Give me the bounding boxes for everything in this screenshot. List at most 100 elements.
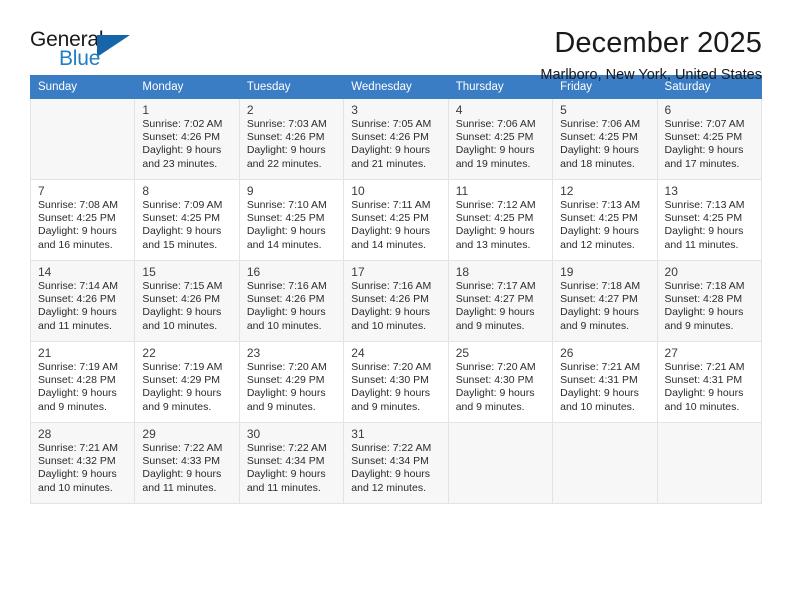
calendar-day-cell[interactable]: 26 Sunrise: 7:21 AM Sunset: 4:31 PM Dayligh… [552, 341, 658, 423]
day-sun-info: Sunrise: 7:05 AM Sunset: 4:26 PM Daylight:… [344, 118, 447, 171]
day-daylight-line2-text: and 9 minutes. [142, 400, 212, 413]
calendar-day-cell[interactable]: 8 Sunrise: 7:09 AM Sunset: 4:25 PM Daylight… [134, 179, 240, 261]
day-sunrise-text: Sunrise: 7:05 AM [351, 118, 432, 130]
day-sun-info: Sunrise: 7:12 AM Sunset: 4:25 PM Daylight:… [449, 199, 552, 252]
title-block: December 2025 Marlboro, New York, United… [540, 26, 762, 85]
day-sunset-text: Sunset: 4:27 PM [560, 293, 638, 306]
calendar-day-cell[interactable]: 6 Sunrise: 7:07 AM Sunset: 4:25 PM Daylight… [656, 98, 763, 180]
day-daylight-line1-text: Daylight: 9 hours [351, 306, 431, 319]
day-daylight-line1-text: Daylight: 9 hours [246, 387, 326, 400]
day-sunrise-text: Sunrise: 7:22 AM [246, 442, 327, 454]
calendar-day-cell[interactable]: 30 Sunrise: 7:22 AM Sunset: 4:34 PM Dayligh… [238, 422, 345, 504]
calendar-day-cell[interactable]: 12 Sunrise: 7:13 AM Sunset: 4:25 PM Dayligh… [552, 179, 658, 261]
day-daylight-line1-text: Daylight: 9 hours [351, 468, 431, 481]
weekday-header-sunday: Sunday [29, 75, 136, 99]
day-sunrise-text: Sunrise: 7:21 AM [664, 361, 745, 373]
day-sunset-text: Sunset: 4:25 PM [455, 131, 534, 144]
calendar-day-cell[interactable]: 17 Sunrise: 7:16 AM Sunset: 4:26 PM Dayligh… [343, 260, 449, 342]
calendar-day-cell[interactable]: 5 Sunrise: 7:06 AM Sunset: 4:25 PM Daylight… [552, 98, 658, 180]
calendar-day-cell[interactable]: 24 Sunrise: 7:20 AM Sunset: 4:30 PM Dayligh… [343, 341, 449, 423]
day-sunrise-text: Sunrise: 7:13 AM [664, 199, 745, 211]
calendar-day-cell[interactable]: 29 Sunrise: 7:22 AM Sunset: 4:33 PM Dayligh… [134, 422, 240, 504]
calendar-day-cell[interactable]: 14 Sunrise: 7:14 AM Sunset: 4:26 PM Dayligh… [29, 260, 136, 342]
day-sunset-text: Sunset: 4:25 PM [560, 212, 638, 225]
page-header: General Blue December 2025 Marlboro, New… [30, 0, 762, 83]
calendar-day-cell[interactable]: 18 Sunrise: 7:17 AM Sunset: 4:27 PM Dayligh… [447, 260, 554, 342]
day-sunrise-text: Sunrise: 7:19 AM [142, 361, 223, 373]
day-number: 11 [455, 184, 469, 198]
day-sunset-text: Sunset: 4:25 PM [246, 212, 325, 225]
day-sun-info: Sunrise: 7:21 AM Sunset: 4:31 PM Daylight:… [553, 361, 656, 414]
calendar-day-cell[interactable]: 20 Sunrise: 7:18 AM Sunset: 4:28 PM Dayligh… [656, 260, 763, 342]
calendar-day-cell[interactable]: 31 Sunrise: 7:22 AM Sunset: 4:34 PM Dayligh… [343, 422, 449, 504]
day-sunset-text: Sunset: 4:28 PM [38, 374, 116, 387]
calendar-day-cell[interactable]: 1 Sunrise: 7:02 AM Sunset: 4:26 PM Daylight… [134, 98, 240, 180]
day-daylight-line2-text: and 9 minutes. [560, 319, 629, 332]
day-sunset-text: Sunset: 4:30 PM [351, 374, 429, 387]
day-daylight-line1-text: Daylight: 9 hours [246, 225, 326, 238]
calendar-day-cell[interactable]: 25 Sunrise: 7:20 AM Sunset: 4:30 PM Dayligh… [447, 341, 554, 423]
calendar-day-cell[interactable]: 13 Sunrise: 7:13 AM Sunset: 4:25 PM Dayligh… [656, 179, 763, 261]
day-daylight-line1-text: Daylight: 9 hours [664, 144, 744, 157]
calendar-day-cell[interactable]: 23 Sunrise: 7:20 AM Sunset: 4:29 PM Dayligh… [238, 341, 345, 423]
day-sunset-text: Sunset: 4:25 PM [38, 212, 116, 225]
weekday-header-wednesday: Wednesday [343, 75, 449, 99]
day-sunrise-text: Sunrise: 7:06 AM [455, 118, 536, 130]
day-daylight-line1-text: Daylight: 9 hours [142, 387, 222, 400]
day-daylight-line2-text: and 9 minutes. [246, 400, 316, 413]
day-sun-info: Sunrise: 7:21 AM Sunset: 4:31 PM Daylight:… [658, 361, 761, 414]
day-sun-info: Sunrise: 7:09 AM Sunset: 4:25 PM Daylight:… [135, 199, 238, 252]
general-blue-logo: General Blue [30, 26, 142, 74]
day-sun-info: Sunrise: 7:19 AM Sunset: 4:29 PM Daylight:… [135, 361, 238, 414]
day-daylight-line2-text: and 15 minutes. [142, 238, 218, 251]
calendar-day-cell[interactable]: 19 Sunrise: 7:18 AM Sunset: 4:27 PM Dayligh… [552, 260, 658, 342]
calendar-day-cell[interactable]: 27 Sunrise: 7:21 AM Sunset: 4:31 PM Dayligh… [656, 341, 763, 423]
day-daylight-line1-text: Daylight: 9 hours [38, 225, 117, 238]
calendar-day-cell[interactable]: 10 Sunrise: 7:11 AM Sunset: 4:25 PM Dayligh… [343, 179, 449, 261]
calendar-day-cell[interactable]: 7 Sunrise: 7:08 AM Sunset: 4:25 PM Daylight… [29, 179, 136, 261]
day-number: 21 [38, 346, 52, 360]
day-sun-info: Sunrise: 7:17 AM Sunset: 4:27 PM Daylight:… [449, 280, 552, 333]
day-daylight-line1-text: Daylight: 9 hours [351, 387, 431, 400]
day-daylight-line1-text: Daylight: 9 hours [351, 225, 431, 238]
day-sunrise-text: Sunrise: 7:03 AM [246, 118, 327, 130]
day-number: 20 [664, 265, 678, 279]
day-daylight-line1-text: Daylight: 9 hours [560, 306, 639, 319]
day-sunrise-text: Sunrise: 7:08 AM [38, 199, 118, 211]
day-sunrise-text: Sunrise: 7:16 AM [246, 280, 327, 292]
day-sun-info: Sunrise: 7:22 AM Sunset: 4:34 PM Daylight:… [344, 442, 447, 495]
calendar-day-cell[interactable]: 11 Sunrise: 7:12 AM Sunset: 4:25 PM Dayligh… [447, 179, 554, 261]
weekday-header-monday: Monday [134, 75, 240, 99]
calendar-day-cell[interactable]: 4 Sunrise: 7:06 AM Sunset: 4:25 PM Daylight… [447, 98, 554, 180]
day-daylight-line1-text: Daylight: 9 hours [246, 468, 326, 481]
calendar-day-cell[interactable]: 22 Sunrise: 7:19 AM Sunset: 4:29 PM Dayligh… [134, 341, 240, 423]
day-daylight-line2-text: and 9 minutes. [455, 319, 525, 332]
calendar-day-cell[interactable]: 3 Sunrise: 7:05 AM Sunset: 4:26 PM Daylight… [343, 98, 449, 180]
calendar-day-cell[interactable]: 16 Sunrise: 7:16 AM Sunset: 4:26 PM Dayligh… [238, 260, 345, 342]
calendar-day-cell[interactable]: 9 Sunrise: 7:10 AM Sunset: 4:25 PM Daylight… [238, 179, 345, 261]
day-sunrise-text: Sunrise: 7:12 AM [455, 199, 536, 211]
day-sunset-text: Sunset: 4:26 PM [351, 293, 429, 306]
day-sun-info: Sunrise: 7:22 AM Sunset: 4:34 PM Daylight:… [240, 442, 343, 495]
day-number: 15 [142, 265, 156, 279]
day-sunrise-text: Sunrise: 7:11 AM [351, 199, 431, 211]
day-number: 2 [246, 103, 254, 117]
day-sun-info: Sunrise: 7:18 AM Sunset: 4:27 PM Daylight:… [553, 280, 656, 333]
day-daylight-line2-text: and 18 minutes. [560, 157, 635, 170]
calendar-day-cell[interactable]: 21 Sunrise: 7:19 AM Sunset: 4:28 PM Dayligh… [29, 341, 136, 423]
day-sunset-text: Sunset: 4:34 PM [246, 455, 325, 468]
day-sunrise-text: Sunrise: 7:22 AM [142, 442, 223, 454]
day-number: 26 [560, 346, 574, 360]
day-sunset-text: Sunset: 4:26 PM [351, 131, 429, 144]
day-daylight-line1-text: Daylight: 9 hours [38, 468, 117, 481]
day-daylight-line1-text: Daylight: 9 hours [246, 144, 326, 157]
day-number: 16 [246, 265, 261, 279]
calendar-day-cell[interactable]: 15 Sunrise: 7:15 AM Sunset: 4:26 PM Dayligh… [134, 260, 240, 342]
calendar-page: General Blue December 2025 Marlboro, New… [0, 0, 792, 612]
day-sun-info: Sunrise: 7:14 AM Sunset: 4:26 PM Daylight:… [31, 280, 134, 333]
calendar-day-cell[interactable]: 2 Sunrise: 7:03 AM Sunset: 4:26 PM Daylight… [238, 98, 345, 180]
day-number: 6 [664, 103, 672, 117]
calendar-day-cell[interactable]: 28 Sunrise: 7:21 AM Sunset: 4:32 PM Dayligh… [29, 422, 136, 504]
day-sunset-text: Sunset: 4:30 PM [455, 374, 534, 387]
day-daylight-line1-text: Daylight: 9 hours [560, 387, 639, 400]
